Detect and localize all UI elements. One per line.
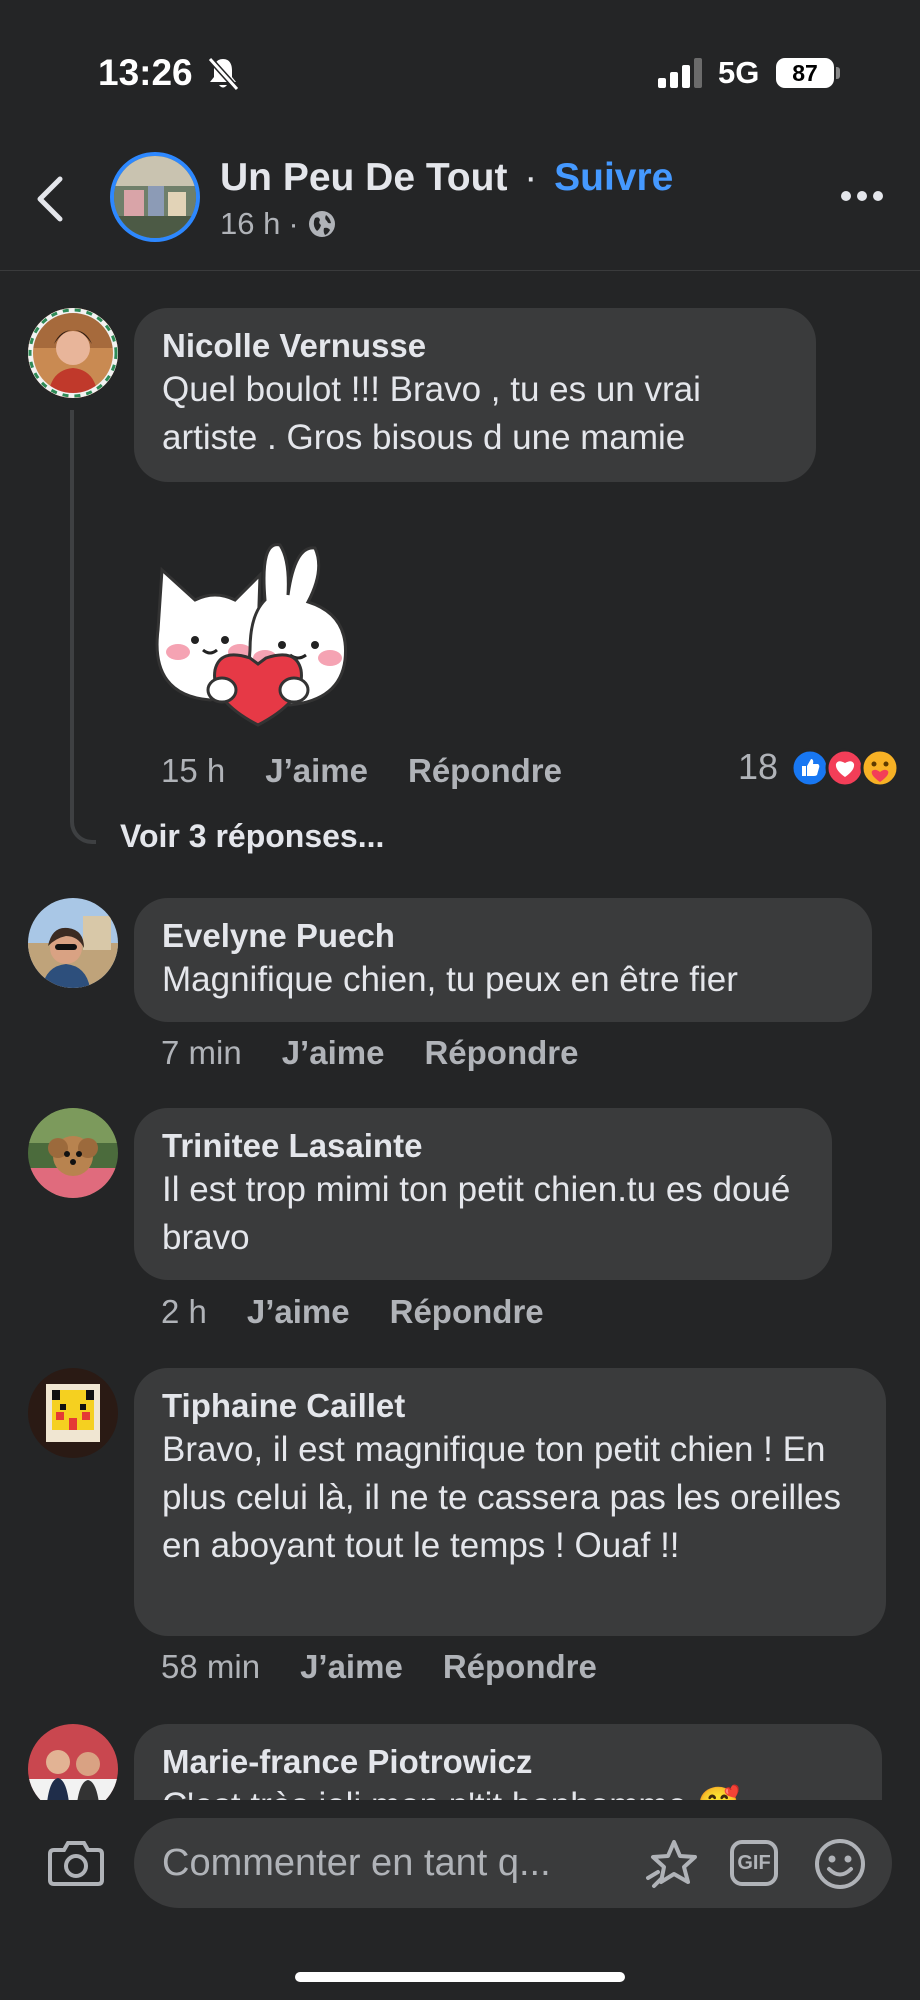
comment-bubble[interactable]: Trinitee Lasainte Il est trop mimi ton p… [134,1108,832,1280]
care-icon [860,748,900,788]
reaction-icons[interactable] [790,748,902,788]
comment-text: Magnifique chien, tu peux en être fier [162,960,738,999]
avatar[interactable] [28,1368,118,1458]
comment-text: Bravo, il est magnifique ton petit chien… [162,1430,841,1565]
avatar-image [28,1108,118,1198]
emoji-icon[interactable] [814,1838,866,1890]
status-bar: 13:26 5G 87 [0,0,920,150]
comment-bubble[interactable]: Tiphaine Caillet Bravo, il est magnifiqu… [134,1368,886,1636]
comment-actions: 15 h J’aime Répondre [161,752,562,790]
comment-author[interactable]: Marie-france Piotrowicz [162,1742,854,1782]
network-type: 5G [718,55,760,90]
avatar[interactable] [28,308,118,398]
comment-input[interactable]: Commenter en tant q... GIF [134,1818,892,1908]
sticker-icon[interactable] [644,1838,700,1890]
like-button[interactable]: J’aime [247,1293,350,1331]
comment-input-placeholder: Commenter en tant q... [162,1842,551,1884]
like-button[interactable]: J’aime [300,1648,403,1686]
reactions-count[interactable]: 18 [738,746,778,788]
page-name[interactable]: Un Peu De Tout [220,156,507,199]
status-time: 13:26 [98,52,193,93]
like-button[interactable]: J’aime [265,752,368,790]
globe-icon [308,211,335,237]
bell-muted-icon [207,56,239,92]
view-replies-link[interactable]: Voir 3 réponses... [120,818,384,855]
reply-button[interactable]: Répondre [408,752,562,790]
home-indicator [295,1972,625,1982]
comment-actions: 58 min J’aime Répondre [161,1648,597,1686]
camera-icon[interactable] [48,1838,104,1886]
comment-author[interactable]: Nicolle Vernusse [162,326,788,366]
gif-button[interactable]: GIF [730,1840,778,1886]
title-separator: · [524,156,538,199]
comment-time: 58 min [161,1648,261,1685]
signal-icon [658,58,702,88]
page-avatar[interactable] [110,152,200,242]
reply-button[interactable]: Répondre [443,1648,597,1686]
battery-tip [836,67,840,79]
comment-author[interactable]: Trinitee Lasainte [162,1126,804,1166]
comment-time: 15 h [161,752,226,789]
comment-time: 2 h [161,1293,207,1330]
comment-bubble[interactable]: Evelyne Puech Magnifique chien, tu peux … [134,898,872,1022]
more-dots-icon[interactable] [840,190,884,202]
post-time: 16 h [220,206,281,241]
chevron-left-icon[interactable] [36,176,64,222]
page-avatar-image [114,156,196,238]
comment-text: Quel boulot !!! Bravo , tu es un vrai ar… [162,370,701,457]
battery-indicator: 87 [776,58,834,88]
avatar-image [28,1368,118,1458]
like-icon [790,748,830,788]
reply-thread-line [70,410,96,844]
meta-separator: · [288,206,299,241]
avatar[interactable] [28,1108,118,1198]
post-meta: 16 h · [220,206,337,242]
comment-actions: 7 min J’aime Répondre [161,1034,578,1072]
comment-actions: 2 h J’aime Répondre [161,1293,544,1331]
comment-author[interactable]: Tiphaine Caillet [162,1386,858,1426]
reply-button[interactable]: Répondre [390,1293,544,1331]
avatar[interactable] [28,898,118,988]
follow-button[interactable]: Suivre [554,156,673,199]
comment-time: 7 min [161,1034,242,1071]
comment-composer: Commenter en tant q... GIF [0,1800,920,2000]
comment-bubble[interactable]: Nicolle Vernusse Quel boulot !!! Bravo ,… [134,308,816,482]
page-title-line: Un Peu De Tout · Suivre [220,156,673,200]
reply-button[interactable]: Répondre [424,1034,578,1072]
comment-author[interactable]: Evelyne Puech [162,916,844,956]
comment-text: Il est trop mimi ton petit chien.tu es d… [162,1170,791,1257]
like-button[interactable]: J’aime [282,1034,385,1072]
post-header: Un Peu De Tout · Suivre 16 h · [0,140,920,271]
avatar-image [28,308,118,398]
avatar-image [28,898,118,988]
cat-and-bunny-heart-sticker [155,543,348,727]
love-icon [825,748,865,788]
